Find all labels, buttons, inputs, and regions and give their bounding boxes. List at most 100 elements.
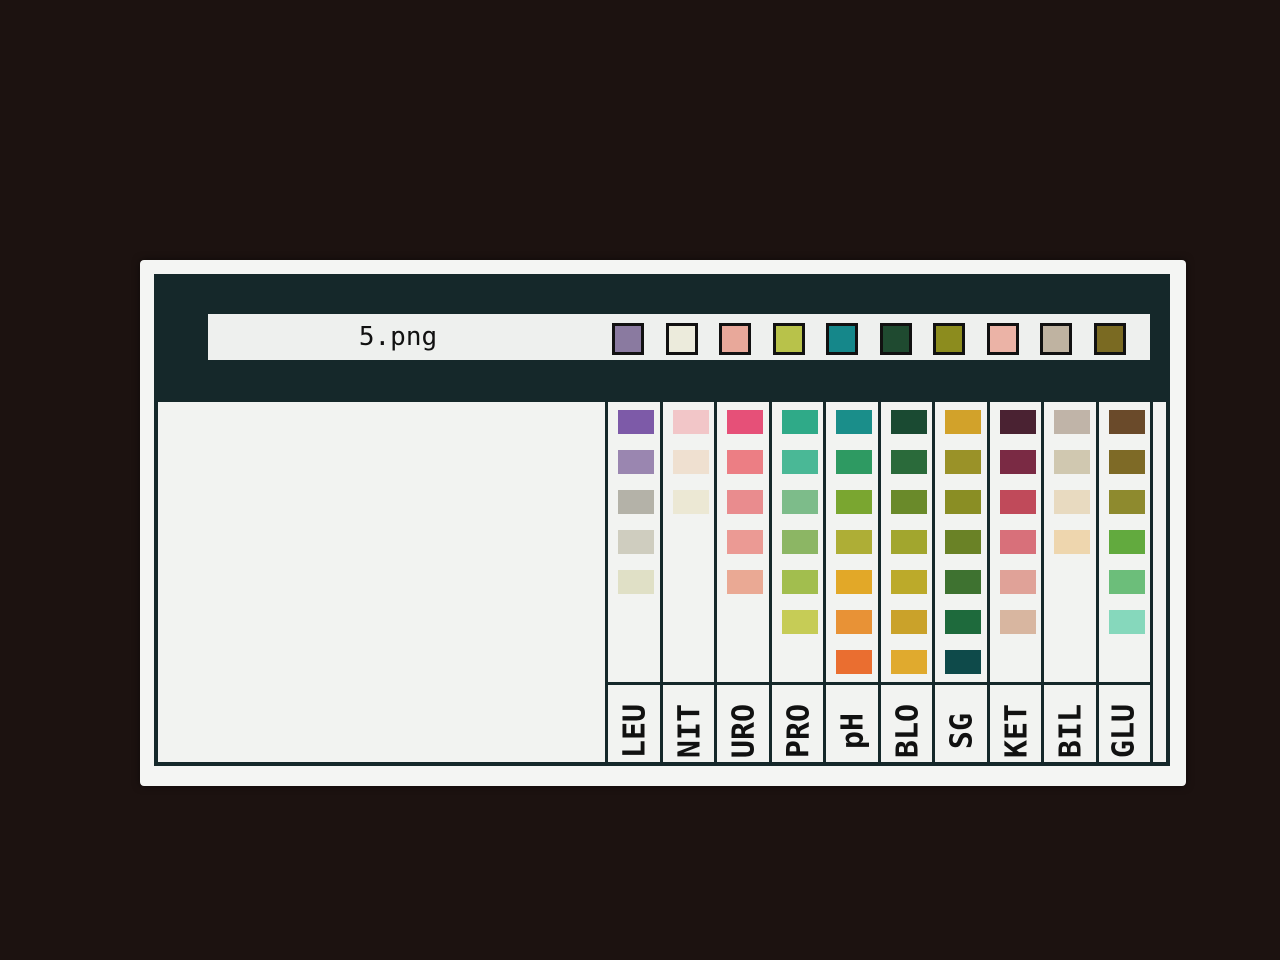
reference-swatch <box>1054 410 1090 434</box>
reference-swatch <box>781 410 818 434</box>
reference-swatch <box>781 610 818 634</box>
column-label: BLO <box>890 703 926 759</box>
reference-swatch <box>618 450 654 474</box>
reference-swatch <box>890 650 927 674</box>
result-swatch <box>665 323 698 355</box>
column-leu: LEU <box>605 402 663 766</box>
result-bar: 5.png <box>208 314 1150 360</box>
reference-swatch <box>618 490 654 514</box>
column-label: URO <box>726 703 762 759</box>
result-swatch <box>879 323 912 355</box>
reference-swatch <box>618 570 654 594</box>
column-label-box: KET <box>989 682 1044 766</box>
reference-swatch <box>999 450 1036 474</box>
reference-swatch <box>945 490 981 514</box>
column-pro: PRO <box>768 402 826 766</box>
column-label-box: URO <box>717 682 772 766</box>
result-swatch <box>1093 323 1126 355</box>
reference-swatch <box>727 490 763 514</box>
reference-swatch <box>727 570 763 594</box>
reference-swatch <box>727 530 763 554</box>
result-swatch <box>612 323 644 355</box>
column-glu: GLU <box>1095 402 1153 766</box>
reference-chart: LEU NIT URO PRO pH BLO SG KET BIL GLU <box>605 402 1153 766</box>
reference-swatch <box>890 610 927 634</box>
color-chart-card: 5.png LEU NIT URO PRO pH BLO SG KET BIL GLU <box>140 260 1186 786</box>
column-label-box: SG <box>935 682 990 766</box>
reference-swatch <box>618 530 654 554</box>
reference-swatch <box>1108 610 1145 634</box>
result-swatch <box>933 323 965 355</box>
column-blo: BLO <box>877 402 935 766</box>
reference-swatch <box>836 530 872 554</box>
reference-swatch <box>836 490 872 514</box>
reference-swatch <box>836 570 872 594</box>
column-label-box: GLU <box>1098 682 1150 766</box>
reference-swatch <box>999 490 1036 514</box>
reference-swatch <box>890 570 927 594</box>
reference-swatch <box>945 650 981 674</box>
column-bil: BIL <box>1041 402 1099 766</box>
reference-swatch <box>781 490 818 514</box>
reference-swatch <box>781 450 818 474</box>
column-label: pH <box>835 712 871 750</box>
column-label-box: NIT <box>662 682 717 766</box>
reference-swatch <box>836 410 872 434</box>
column-label-box: LEU <box>608 682 663 766</box>
column-label: SG <box>944 712 980 750</box>
reference-swatch <box>945 570 981 594</box>
column-ph: pH <box>823 402 881 766</box>
column-label-box: BIL <box>1044 682 1099 766</box>
reference-swatch <box>1108 450 1145 474</box>
column-sg: SG <box>932 402 990 766</box>
column-label-box: PRO <box>771 682 826 766</box>
result-swatch <box>719 323 751 355</box>
reference-swatch <box>781 530 818 554</box>
reference-swatch <box>999 610 1036 634</box>
reference-swatch <box>1108 490 1145 514</box>
column-label: KET <box>999 703 1035 759</box>
reference-swatch <box>945 410 981 434</box>
reference-swatch <box>836 610 872 634</box>
column-label: NIT <box>672 703 708 759</box>
result-swatch <box>826 323 858 355</box>
reference-swatch <box>1054 490 1090 514</box>
result-swatch <box>772 323 805 355</box>
reference-swatch <box>999 410 1036 434</box>
reference-swatch <box>999 570 1036 594</box>
reference-swatch <box>781 570 818 594</box>
column-label: LEU <box>617 703 653 759</box>
column-label-box: pH <box>826 682 881 766</box>
column-ket: KET <box>986 402 1044 766</box>
column-uro: URO <box>714 402 772 766</box>
reference-swatch <box>1054 450 1090 474</box>
column-label: PRO <box>781 703 817 759</box>
filename-label: 5.png <box>358 322 438 352</box>
reference-swatch <box>890 490 927 514</box>
reference-swatch <box>618 410 654 434</box>
result-swatch <box>1040 323 1072 355</box>
reference-swatch <box>999 530 1036 554</box>
reference-swatch <box>890 410 927 434</box>
reference-swatch <box>945 530 981 554</box>
reference-swatch <box>836 650 872 674</box>
reference-swatch <box>1108 410 1145 434</box>
reference-swatch <box>672 410 709 434</box>
reference-swatch <box>890 530 927 554</box>
reference-swatch <box>1108 570 1145 594</box>
chart-frame: 5.png LEU NIT URO PRO pH BLO SG KET BIL GLU <box>154 274 1170 766</box>
column-label: BIL <box>1053 703 1089 759</box>
reference-swatch <box>727 450 763 474</box>
reference-swatch <box>890 450 927 474</box>
reference-swatch <box>727 410 763 434</box>
reference-swatch <box>672 490 709 514</box>
column-nit: NIT <box>659 402 717 766</box>
column-label: GLU <box>1106 703 1142 759</box>
reference-swatch <box>1108 530 1145 554</box>
reference-swatch <box>945 450 981 474</box>
reference-swatch <box>1054 530 1090 554</box>
reference-swatch <box>672 450 709 474</box>
header-band: 5.png <box>158 278 1166 402</box>
reference-swatch <box>836 450 872 474</box>
sample-area <box>158 402 605 766</box>
